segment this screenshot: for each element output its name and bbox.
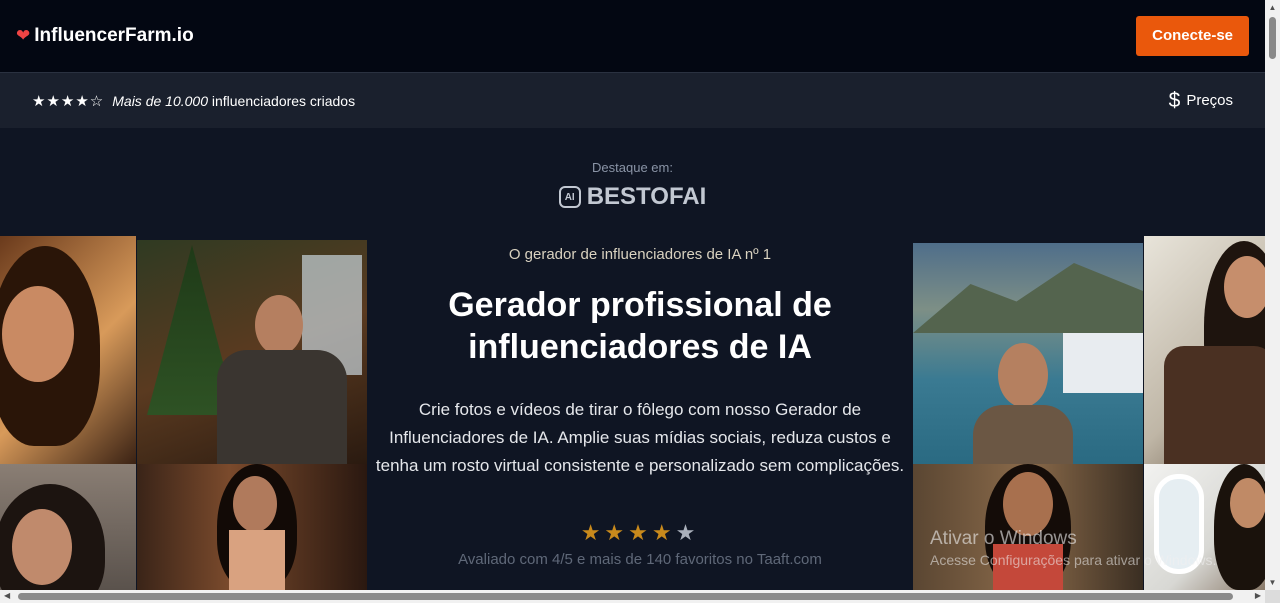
- pricing-label: Preços: [1186, 92, 1233, 109]
- influencer-photo-man-harbor: [913, 243, 1143, 464]
- creation-count-emphasis: Mais de 10.000: [112, 92, 208, 109]
- influencer-photo-woman-evening: [137, 464, 367, 590]
- star-rating-icon: ★★★★☆: [32, 92, 105, 110]
- top-navbar: ❤ InfluencerFarm.io Conecte-se: [0, 0, 1265, 72]
- scrollbar-corner: [1265, 590, 1280, 603]
- creation-count-rest: influenciadores criados: [211, 92, 356, 109]
- hero-rated-text: Avaliado com 4/5 e mais de 140 favoritos…: [458, 551, 822, 568]
- ai-badge-icon: AI: [558, 186, 581, 208]
- windows-activation-subtitle: Acesse Configurações para ativar o Windo…: [930, 552, 1217, 568]
- bestofai-logo-text: BESTOFAI: [586, 183, 707, 210]
- influencer-photo-woman-window: [1144, 464, 1265, 590]
- influencer-photo-woman-warm: [0, 236, 136, 464]
- login-button[interactable]: Conecte-se: [1136, 16, 1249, 56]
- hero-description: Crie fotos e vídeos de tirar o fôlego co…: [375, 400, 905, 475]
- scroll-left-icon[interactable]: ◀: [4, 591, 10, 600]
- hero-star-rating: ★★★★★: [370, 520, 910, 546]
- windows-activation-title: Ativar o Windows: [930, 528, 1077, 549]
- brand-logo[interactable]: ❤ InfluencerFarm.io: [16, 25, 194, 47]
- heart-icon: ❤: [16, 26, 31, 45]
- vertical-scroll-thumb[interactable]: [1269, 17, 1276, 59]
- scroll-right-icon[interactable]: ▶: [1255, 591, 1261, 600]
- influencer-photo-old-man-christmas: [137, 240, 367, 464]
- dollar-icon: $: [1168, 88, 1181, 112]
- creation-count-text: Mais de 10.000 influenciadores criados: [112, 93, 355, 109]
- brand-name: InfluencerFarm.io: [34, 25, 194, 46]
- star-filled-icon: ★★★★: [580, 520, 676, 545]
- influencer-photo-woman-couch: [0, 464, 136, 590]
- bestofai-logo[interactable]: AI BESTOFAI: [0, 183, 1265, 211]
- influencer-photo-woman-plane: [1144, 236, 1265, 464]
- hero-section: Destaque em: AI BESTOFAI O gerador de in…: [0, 128, 1265, 590]
- creation-rating: ★★★★☆ Mais de 10.000 influenciadores cri…: [32, 92, 355, 110]
- scroll-up-icon[interactable]: ▲: [1268, 3, 1277, 12]
- star-empty-icon: ★: [675, 520, 700, 545]
- sub-navbar: ★★★★☆ Mais de 10.000 influenciadores cri…: [0, 72, 1265, 128]
- influencer-photo-woman-market: [913, 464, 1143, 590]
- vertical-scrollbar[interactable]: ▲ ▼: [1265, 0, 1280, 590]
- hero-tagline: O gerador de influenciadores de IA nº 1: [508, 246, 772, 263]
- pricing-link[interactable]: $ Preços: [1169, 89, 1233, 113]
- featured-label: Destaque em:: [592, 160, 673, 175]
- hero-headline: Gerador profissional de influenciadores …: [448, 286, 832, 366]
- horizontal-scroll-thumb[interactable]: [18, 593, 1233, 600]
- scroll-down-icon[interactable]: ▼: [1268, 578, 1277, 587]
- horizontal-scrollbar[interactable]: ◀ ▶: [0, 590, 1265, 603]
